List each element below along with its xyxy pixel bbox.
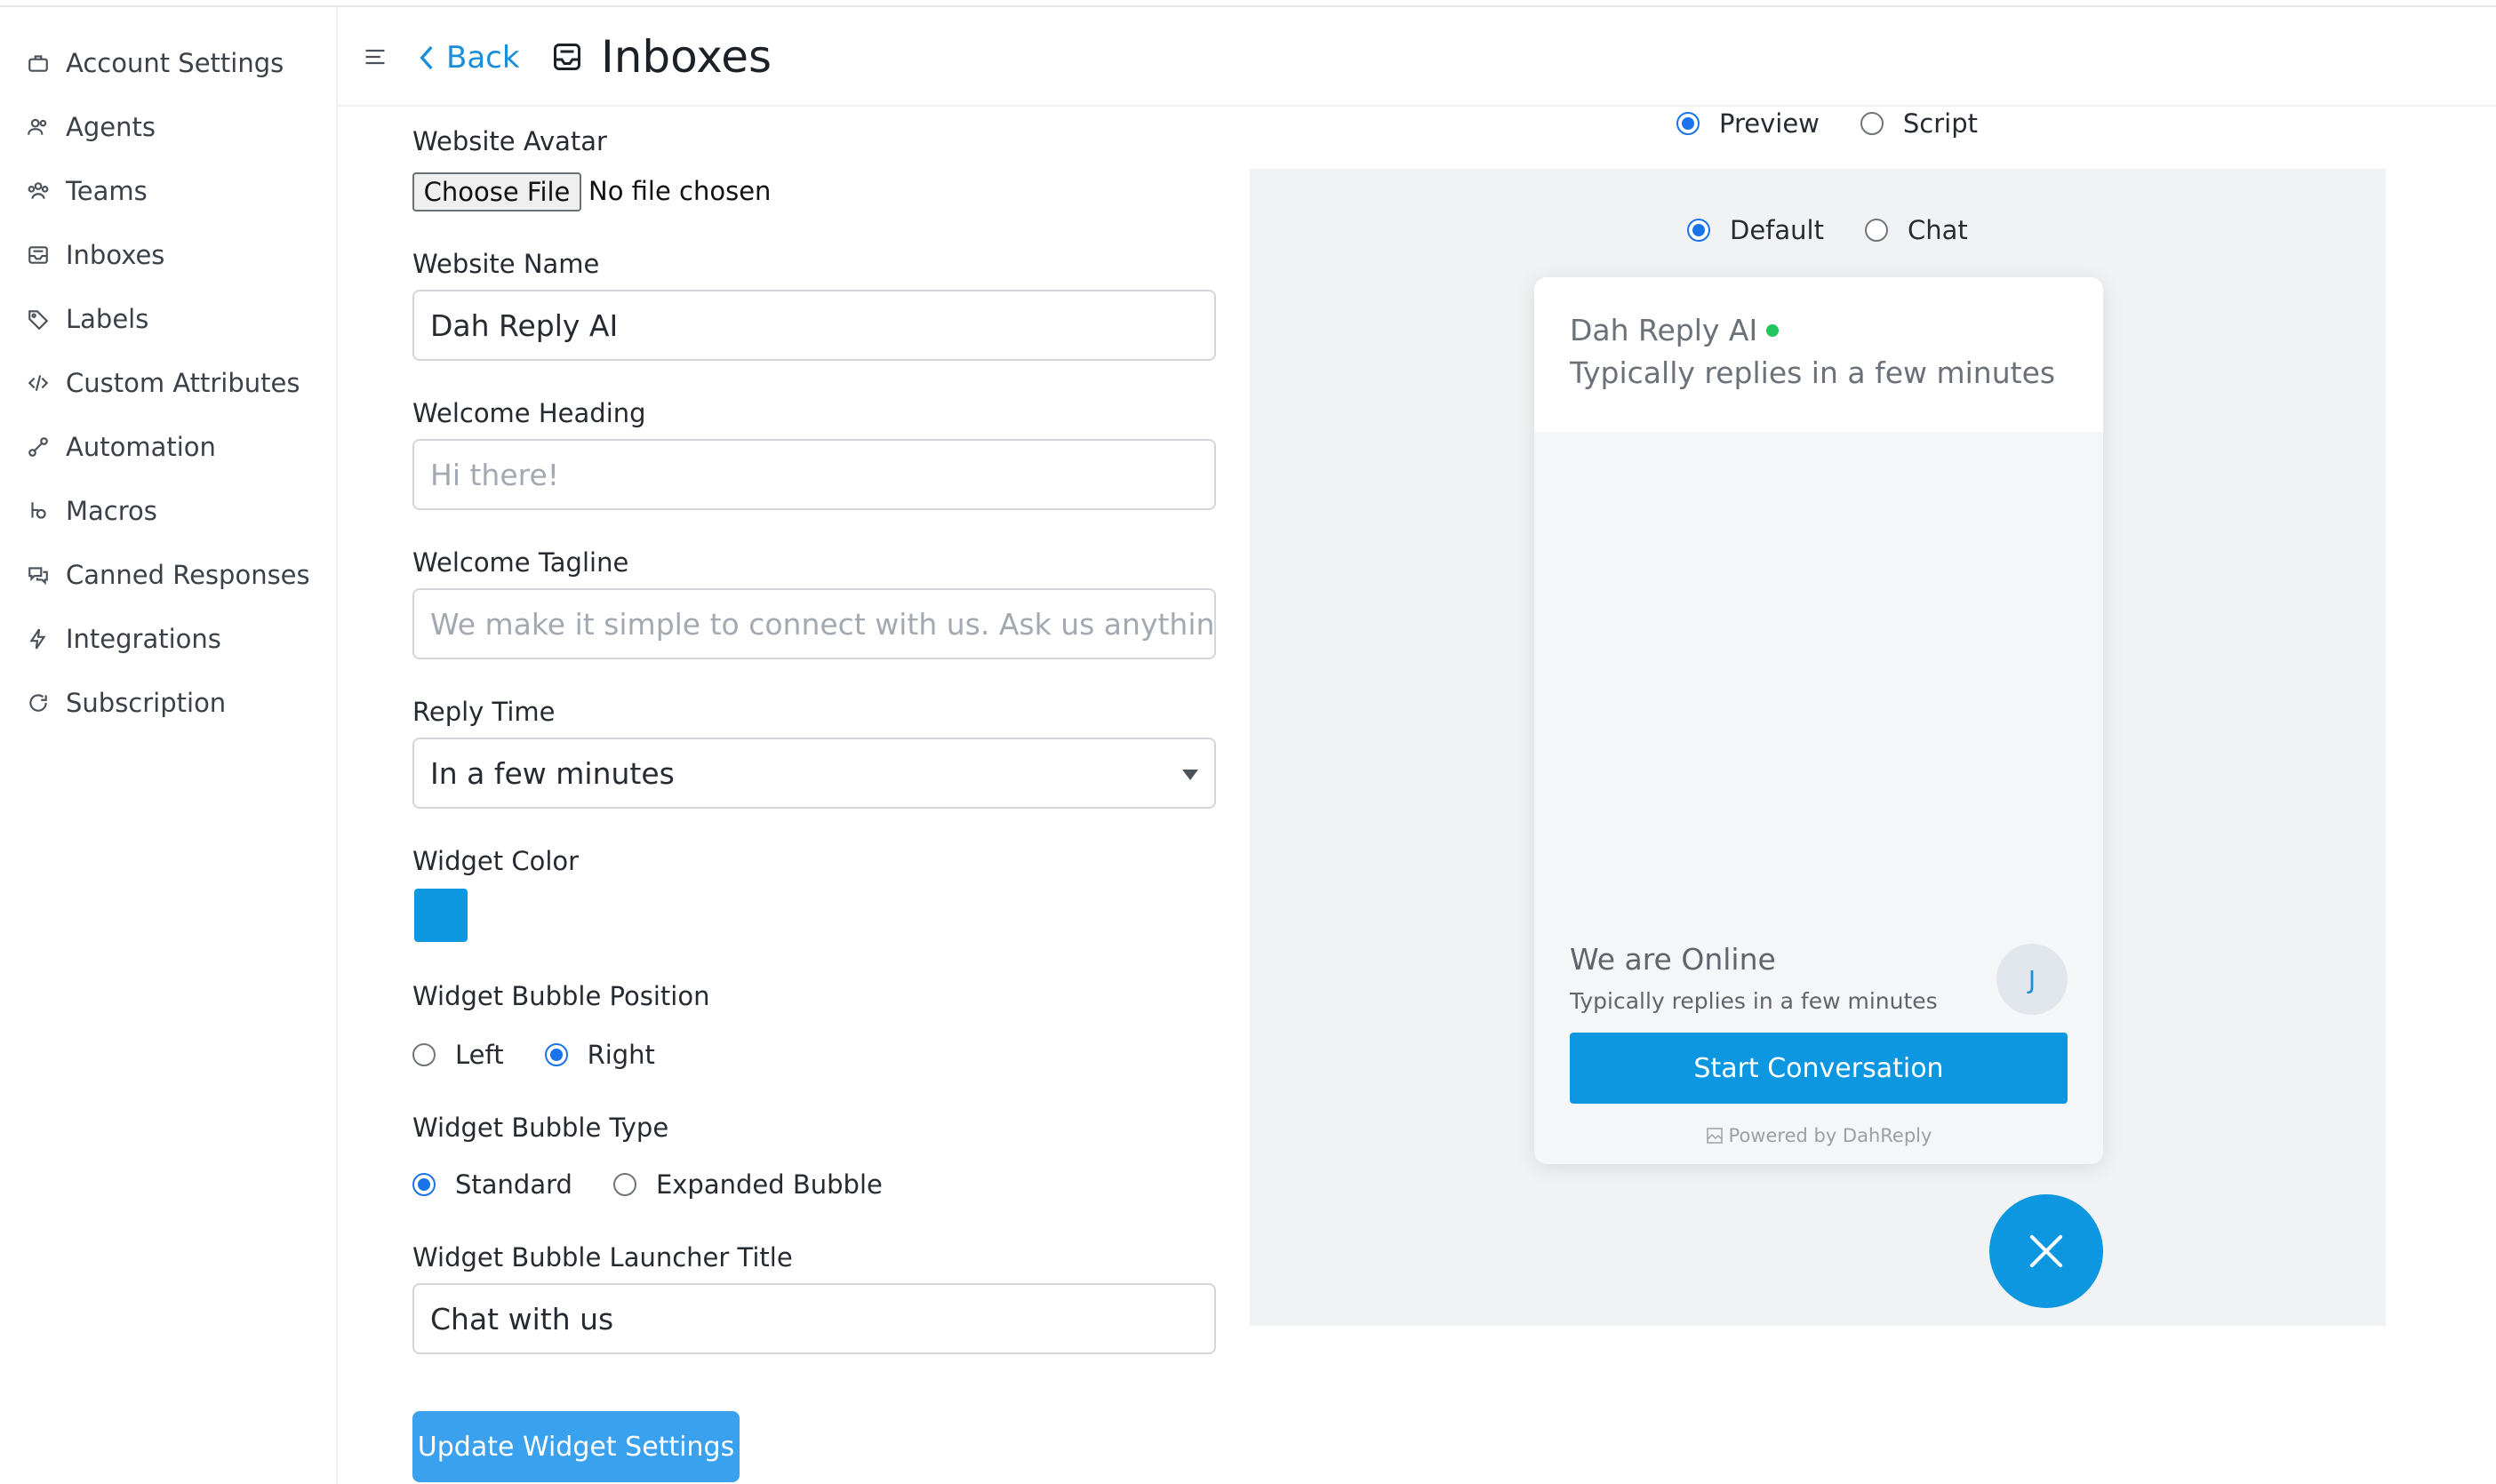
powered-by: Powered by DahReply (1534, 1125, 2103, 1146)
chat-view-radio[interactable] (1864, 219, 1888, 242)
sidebar-item-agents[interactable]: Agents (27, 105, 156, 149)
position-left-label: Left (455, 1040, 504, 1070)
online-status-dot (1766, 323, 1780, 337)
bubble-position-group: Left Right (412, 1040, 655, 1070)
script-radio[interactable] (1860, 112, 1884, 135)
start-conversation-button[interactable]: Start Conversation (1570, 1033, 2068, 1104)
close-icon (2029, 1234, 2063, 1268)
sidebar-item-macros[interactable]: Macros (27, 489, 157, 533)
image-icon (1706, 1128, 1723, 1144)
users-icon (28, 118, 47, 135)
inbox-icon (28, 246, 48, 264)
reply-time-select[interactable]: In a few minutes (412, 738, 1216, 809)
tag-icon (28, 310, 49, 331)
team-icon (28, 182, 49, 199)
welcome-tagline-label: Welcome Tagline (412, 547, 629, 578)
launcher-title-label: Widget Bubble Launcher Title (412, 1242, 793, 1273)
type-standard-label: Standard (455, 1169, 572, 1200)
widget-color-label: Widget Color (412, 846, 580, 876)
chat-widget-preview: Dah Reply AI Typically replies in a few … (1534, 277, 2103, 1164)
widget-name: Dah Reply AI (1570, 313, 1780, 347)
widget-reply-time: Typically replies in a few minutes (1570, 355, 2056, 390)
chevron-down-icon (1182, 770, 1198, 780)
sidebar-item-label: Macros (66, 496, 157, 526)
sidebar-item-custom-attributes[interactable]: Custom Attributes (27, 361, 300, 405)
bolt-icon (29, 628, 46, 650)
welcome-heading-label: Welcome Heading (412, 398, 646, 428)
type-expanded-label: Expanded Bubble (655, 1169, 883, 1200)
sidebar-item-label: Canned Responses (66, 560, 310, 590)
sidebar-item-label: Subscription (66, 688, 227, 718)
close-bubble-button[interactable] (1989, 1194, 2103, 1308)
macro-icon (31, 502, 46, 519)
sidebar-item-canned-responses[interactable]: Canned Responses (27, 553, 310, 597)
sidebar-item-label: Labels (66, 304, 149, 334)
avatar: J (1996, 944, 2068, 1015)
sidebar-item-label: Custom Attributes (66, 368, 300, 398)
code-icon (28, 375, 49, 391)
widget-header: Dah Reply AI Typically replies in a few … (1534, 277, 2103, 432)
sidebar-item-subscription[interactable]: Subscription (27, 681, 226, 725)
online-title: We are Online (1570, 942, 1776, 977)
back-label: Back (446, 40, 520, 76)
sidebar-item-label: Account Settings (66, 48, 284, 78)
online-subtitle: Typically replies in a few minutes (1570, 988, 1938, 1014)
script-label: Script (1902, 108, 1979, 139)
bubble-position-label: Widget Bubble Position (412, 981, 710, 1011)
file-status-text: No file chosen (588, 176, 772, 206)
sidebar-item-label: Inboxes (66, 240, 165, 270)
sidebar-item-label: Automation (66, 432, 216, 462)
default-view-label: Default (1730, 215, 1824, 245)
update-widget-settings-button[interactable]: Update Widget Settings (412, 1411, 740, 1482)
website-avatar-label: Website Avatar (412, 126, 607, 156)
launcher-title-input[interactable]: Chat with us (412, 1283, 1216, 1354)
bubble-type-group: Standard Expanded Bubble (412, 1169, 883, 1200)
preview-label: Preview (1719, 108, 1820, 139)
inbox-icon (554, 44, 580, 70)
website-name-input[interactable]: Dah Reply AI (412, 290, 1216, 361)
sidebar-item-account-settings[interactable]: Account Settings (27, 41, 284, 85)
bubble-type-label: Widget Bubble Type (412, 1113, 669, 1143)
page-title-text: Inboxes (601, 31, 772, 83)
position-left-radio[interactable] (412, 1043, 436, 1066)
powered-by-text: Powered by DahReply (1728, 1125, 1932, 1146)
type-expanded-radio[interactable] (612, 1173, 636, 1196)
reply-time-value: In a few minutes (430, 755, 675, 791)
automation-icon (28, 437, 48, 457)
sidebar-item-label: Teams (66, 176, 148, 206)
sidebar-item-inboxes[interactable]: Inboxes (27, 233, 164, 277)
chevron-left-icon (420, 45, 433, 70)
chat-view-label: Chat (1907, 215, 1968, 245)
settings-sidebar: Account Settings Agents Teams Inboxes La… (0, 7, 338, 1484)
back-button[interactable]: Back (416, 34, 520, 82)
website-name-label: Website Name (412, 249, 600, 279)
welcome-tagline-input[interactable]: We make it simple to connect with us. As… (412, 588, 1216, 659)
sidebar-item-label: Integrations (66, 624, 221, 654)
briefcase-icon (28, 55, 48, 72)
window-top-border (0, 0, 2496, 7)
welcome-heading-input[interactable]: Hi there! (412, 439, 1216, 510)
widget-name-text: Dah Reply AI (1570, 313, 1758, 347)
chat-bubbles-icon (28, 567, 48, 586)
preview-radio[interactable] (1676, 112, 1700, 135)
page-header: Back Inboxes (338, 7, 2496, 107)
sidebar-item-teams[interactable]: Teams (27, 169, 148, 213)
refresh-icon (29, 694, 47, 712)
position-right-label: Right (587, 1040, 655, 1070)
sidebar-item-labels[interactable]: Labels (27, 297, 148, 341)
sidebar-item-integrations[interactable]: Integrations (27, 617, 221, 661)
page-title: Inboxes (551, 28, 772, 85)
widget-color-picker[interactable] (414, 889, 468, 942)
position-right-radio[interactable] (544, 1043, 568, 1066)
sidebar-item-label: Agents (66, 112, 156, 142)
preview-view-group: Default Chat (1687, 215, 1968, 245)
menu-icon[interactable] (363, 44, 388, 69)
choose-file-button[interactable]: Choose File (412, 172, 581, 211)
default-view-radio[interactable] (1687, 219, 1710, 242)
type-standard-radio[interactable] (412, 1173, 436, 1196)
sidebar-item-automation[interactable]: Automation (27, 425, 216, 469)
preview-mode-group: Preview Script (1676, 108, 1978, 139)
reply-time-label: Reply Time (412, 697, 556, 727)
